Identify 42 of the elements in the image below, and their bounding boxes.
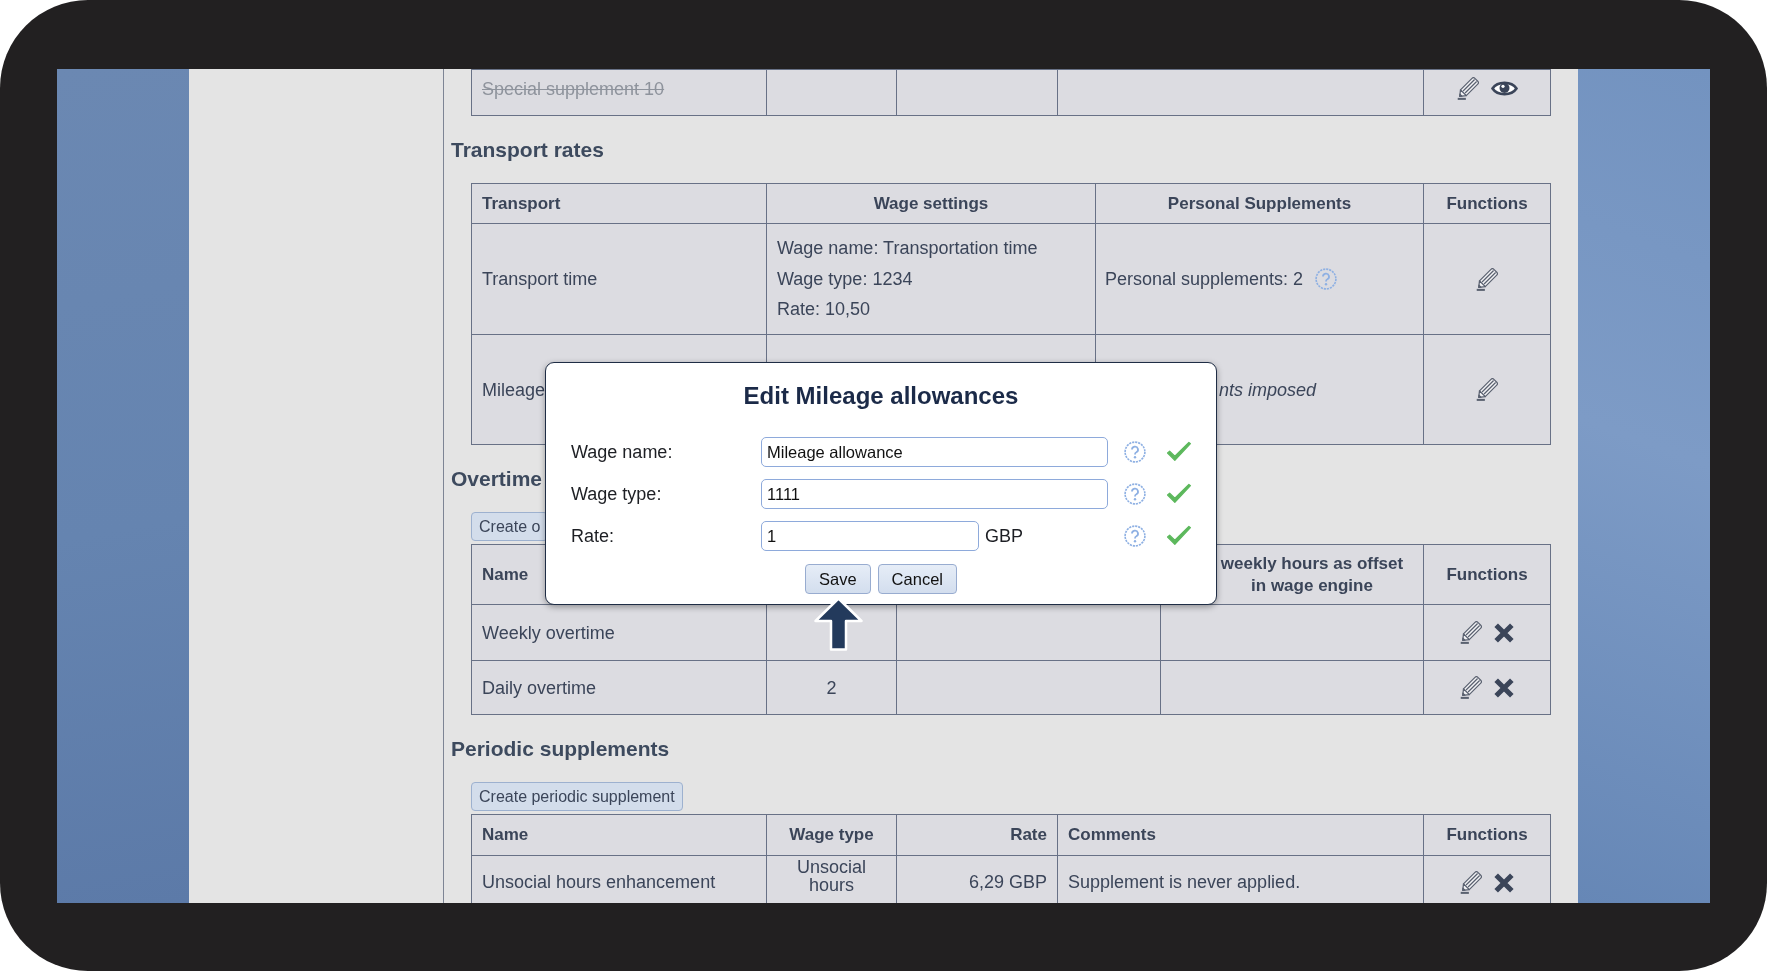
section-heading: Periodic supplements [451, 736, 670, 762]
section-heading: Overtime [451, 466, 543, 492]
unit-label: GBP [985, 525, 1023, 547]
close-icon[interactable] [1494, 677, 1514, 698]
pencil-icon[interactable] [1476, 267, 1498, 291]
column-header: Name [471, 814, 767, 856]
close-icon[interactable] [1494, 872, 1514, 893]
pencil-icon[interactable] [1460, 871, 1482, 894]
text-field[interactable]: Mileage allowance [761, 437, 1108, 467]
wage-setting-text: Rate: 10,50 [777, 298, 872, 321]
dialog-button[interactable]: Save [805, 564, 871, 594]
column-header: Wage type [766, 814, 897, 856]
field-label: Wage type: [571, 483, 662, 505]
text-field[interactable]: 1 [761, 521, 979, 551]
pencil-icon[interactable] [1460, 676, 1482, 699]
pencil-icon[interactable] [1460, 621, 1482, 644]
text-field[interactable]: 1111 [761, 479, 1108, 509]
column-header: Rate [896, 814, 1058, 856]
pencil-icon[interactable] [1456, 77, 1479, 100]
close-icon[interactable] [1494, 622, 1514, 643]
table-cell: Special supplement 10 [471, 69, 767, 116]
table-cell: Unsocial hours enhancement [471, 855, 767, 903]
section-heading: Transport rates [451, 137, 604, 163]
column-header: Functions [1423, 183, 1551, 224]
table-cell: Daily overtime [471, 660, 767, 715]
column-header: Transport [471, 183, 767, 224]
create-button[interactable]: Create periodic supplement [471, 782, 683, 811]
column-header: Personal Supplements [1095, 183, 1424, 224]
supplement-note: nts imposed [1219, 379, 1317, 400]
column-header: Functions [1423, 814, 1551, 856]
supplement-count: Personal supplements: 2 [1105, 268, 1304, 290]
pencil-icon[interactable] [1476, 378, 1498, 401]
eye-icon[interactable] [1490, 80, 1518, 97]
column-header: Comments [1057, 814, 1424, 856]
wage-setting-text: Wage name: Transportation time [777, 237, 1039, 260]
column-header: Wage settings [766, 183, 1096, 224]
dialog-button[interactable]: Cancel [877, 564, 957, 594]
table-cell: 2 [766, 660, 897, 715]
wage-setting-text: Wage type: 1234 [777, 267, 914, 291]
column-header: Functions [1423, 544, 1551, 605]
table-cell: Transport time [471, 223, 767, 335]
field-label: Rate: [571, 525, 615, 547]
